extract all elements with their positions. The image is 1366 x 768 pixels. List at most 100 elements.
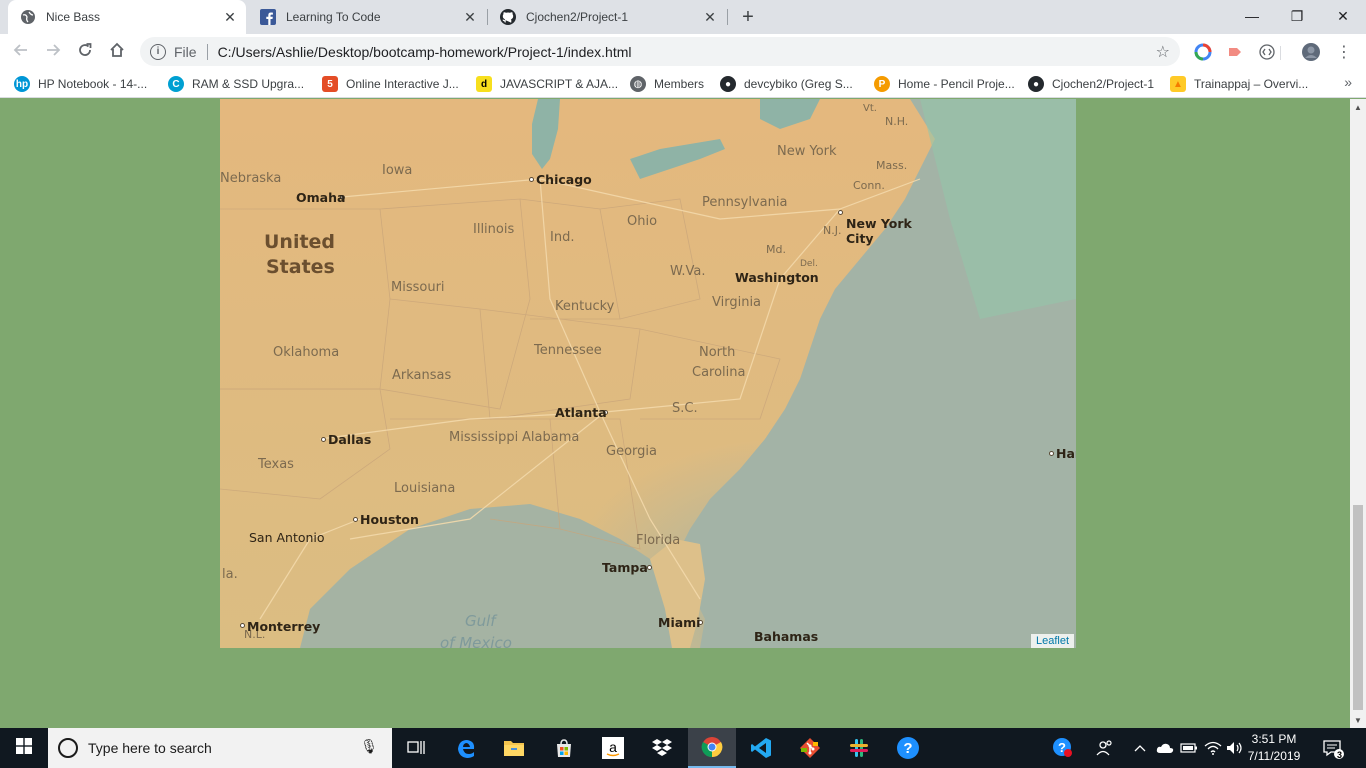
- back-arrow-icon: [13, 42, 29, 63]
- git-icon[interactable]: [786, 728, 834, 768]
- onedrive-cloud-icon[interactable]: [1154, 728, 1176, 768]
- bookmark-item[interactable]: ◍ Members: [630, 75, 704, 93]
- tab-cjochen2-project-1[interactable]: Cjochen2/Project-1 ✕: [488, 0, 726, 34]
- city-marker: [529, 177, 534, 182]
- bookmark-label: Home - Pencil Proje...: [898, 77, 1015, 91]
- map-label-mississippi: Mississippi: [449, 430, 519, 445]
- microphone-icon[interactable]: 🎙: [360, 738, 378, 755]
- bookmark-item[interactable]: P Home - Pencil Proje...: [874, 75, 1015, 93]
- page-scrollbar[interactable]: ▲ ▼: [1350, 99, 1366, 728]
- map-label-louisiana: Louisiana: [394, 481, 456, 496]
- bookmark-label: HP Notebook - 14-...: [38, 77, 148, 91]
- svg-text:?: ?: [903, 740, 912, 757]
- map-label-gulf: Gulf: [465, 612, 496, 630]
- show-hidden-icons-chevron-icon[interactable]: [1130, 728, 1150, 768]
- svg-text:a: a: [609, 739, 617, 755]
- reload-button[interactable]: [72, 39, 98, 65]
- map-label-iowa: Iowa: [382, 163, 413, 178]
- dropbox-icon[interactable]: [638, 728, 686, 768]
- leaflet-map[interactable]: Nebraska Iowa Illinois Ind. Ohio Pennsyl…: [220, 99, 1076, 648]
- system-clock[interactable]: 3:51 PM 7/11/2019: [1244, 731, 1304, 765]
- map-label-nh: N.H.: [885, 115, 909, 128]
- city-label-tampa: Tampa: [602, 560, 648, 575]
- close-tab-icon[interactable]: ✕: [220, 7, 240, 27]
- start-button[interactable]: [0, 728, 48, 768]
- slack-icon[interactable]: [835, 728, 883, 768]
- city-label-miami: Miami: [658, 615, 701, 630]
- tab-nice-bass[interactable]: Nice Bass ✕: [8, 0, 246, 34]
- home-button[interactable]: [104, 39, 130, 65]
- back-button[interactable]: [8, 39, 34, 65]
- globe-icon: [20, 9, 36, 25]
- scroll-down-arrow-icon[interactable]: ▼: [1350, 712, 1366, 728]
- bookmark-label: devcybiko (Greg S...: [744, 77, 853, 91]
- city-label-houston: Houston: [360, 512, 419, 527]
- taskbar-search-box[interactable]: Type here to search 🎙: [48, 728, 392, 768]
- bookmark-item[interactable]: ▲ Trainappaj – Overvi...: [1170, 75, 1308, 93]
- address-bar[interactable]: i File C:/Users/Ashlie/Desktop/bootcamp-…: [140, 37, 1180, 66]
- people-icon[interactable]: [1094, 728, 1116, 768]
- bookmark-star-icon[interactable]: ☆: [1156, 42, 1170, 62]
- scroll-up-arrow-icon[interactable]: ▲: [1350, 99, 1366, 115]
- crucial-icon: C: [168, 76, 184, 92]
- restore-button[interactable]: ❐: [1274, 0, 1320, 32]
- bookmark-item[interactable]: 5 Online Interactive J...: [322, 75, 459, 93]
- file-explorer-icon[interactable]: [490, 728, 538, 768]
- tab-divider: [727, 9, 728, 25]
- menu-kebab-icon[interactable]: ⋮: [1334, 42, 1354, 62]
- map-label-la-fragment: la.: [222, 567, 238, 582]
- windows-taskbar: Type here to search 🎙 a ? ? 3:51 PM 7/11…: [0, 728, 1366, 768]
- bookmark-item[interactable]: ● devcybiko (Greg S...: [720, 75, 853, 93]
- share-ext-icon[interactable]: [1225, 42, 1245, 62]
- hp-icon: hp: [14, 76, 30, 92]
- amazon-icon[interactable]: a: [589, 728, 637, 768]
- url-text[interactable]: C:/Users/Ashlie/Desktop/bootcamp-homewor…: [218, 44, 1156, 60]
- city-label-new-york: City: [846, 231, 874, 246]
- pencil-icon: P: [874, 76, 890, 92]
- minimize-button[interactable]: —: [1229, 0, 1275, 32]
- github-icon: ●: [1028, 76, 1044, 92]
- help-icon[interactable]: ?: [884, 728, 932, 768]
- bookmarks-overflow-button[interactable]: »: [1344, 74, 1352, 90]
- map-label-arkansas: Arkansas: [392, 368, 452, 383]
- bookmark-label: JAVASCRIPT & AJA...: [500, 77, 619, 91]
- edge-icon[interactable]: [442, 728, 490, 768]
- google-ext-icon[interactable]: [1193, 42, 1213, 62]
- bookmark-label: RAM & SSD Upgra...: [192, 77, 305, 91]
- profile-avatar[interactable]: [1301, 42, 1321, 62]
- bookmark-item[interactable]: hp HP Notebook - 14-...: [14, 75, 147, 93]
- close-tab-icon[interactable]: ✕: [460, 7, 480, 27]
- chrome-icon[interactable]: [688, 728, 736, 768]
- map-label-georgia: Georgia: [606, 444, 657, 459]
- action-center-button[interactable]: 3: [1318, 736, 1348, 762]
- task-view-icon[interactable]: [392, 728, 440, 768]
- tab-learning-to-code[interactable]: Learning To Code ✕: [248, 0, 486, 34]
- info-icon[interactable]: i: [150, 43, 166, 60]
- map-label-nj: N.J.: [823, 224, 842, 237]
- bookmark-item[interactable]: d JAVASCRIPT & AJA...: [476, 75, 618, 93]
- store-icon[interactable]: [540, 728, 588, 768]
- leaflet-attribution-link[interactable]: Leaflet: [1030, 634, 1074, 648]
- map-label-vt: Vt.: [863, 103, 877, 114]
- vscode-icon[interactable]: [737, 728, 785, 768]
- bookmark-item[interactable]: ● Cjochen2/Project-1: [1028, 75, 1154, 93]
- scrollbar-thumb[interactable]: [1353, 505, 1363, 710]
- city-label-omaha: Omaha: [296, 190, 346, 205]
- new-tab-button[interactable]: +: [736, 5, 760, 29]
- map-label-florida: Florida: [636, 533, 681, 548]
- facebook-icon: [260, 9, 276, 25]
- help-tray-icon[interactable]: ?: [1050, 728, 1076, 768]
- wifi-icon[interactable]: [1202, 728, 1224, 768]
- close-window-button[interactable]: ✕: [1320, 0, 1366, 32]
- bookmark-item[interactable]: C RAM & SSD Upgra...: [168, 75, 304, 93]
- close-tab-icon[interactable]: ✕: [700, 7, 720, 27]
- d-icon: d: [476, 76, 492, 92]
- code-ext-icon[interactable]: [1257, 42, 1277, 62]
- volume-icon[interactable]: [1224, 728, 1246, 768]
- battery-icon[interactable]: [1178, 728, 1200, 768]
- forward-button[interactable]: [40, 39, 66, 65]
- github-icon: ●: [720, 76, 736, 92]
- map-label-north-carolina: Carolina: [692, 365, 746, 380]
- clock-date: 7/11/2019: [1247, 749, 1301, 763]
- city-label-atlanta: Atlanta: [555, 405, 607, 420]
